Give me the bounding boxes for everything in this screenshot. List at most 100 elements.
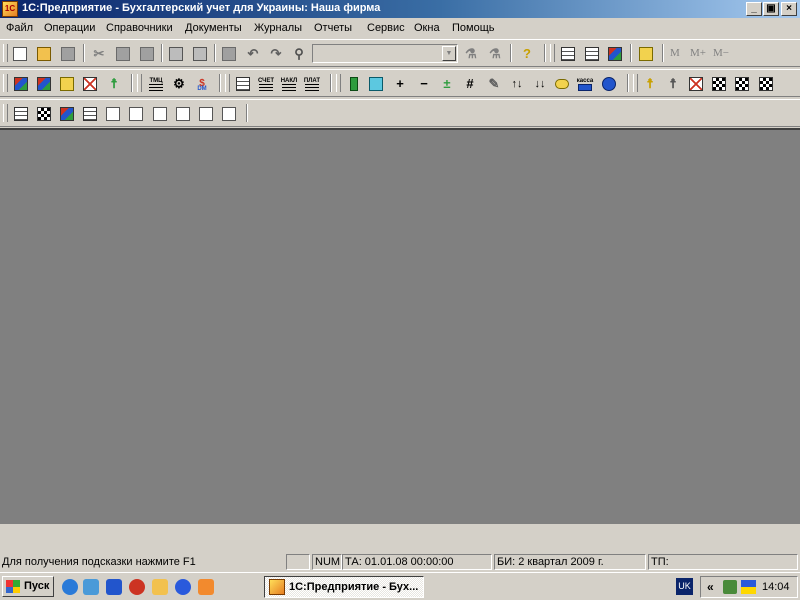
copy-doc-button[interactable] <box>367 75 385 93</box>
toolbar-grip[interactable] <box>137 74 142 92</box>
toolbar-grip[interactable] <box>3 74 8 92</box>
media-player-icon[interactable] <box>175 579 191 595</box>
report-tt-button[interactable] <box>151 105 169 123</box>
search-next-button[interactable]: ⚗ <box>462 45 480 63</box>
toolbar-grip[interactable] <box>336 74 341 92</box>
copy-button[interactable] <box>114 45 132 63</box>
toolbar-grip[interactable] <box>550 44 555 62</box>
book-button[interactable] <box>345 75 363 93</box>
tmc-button[interactable]: ТМЦ <box>147 75 165 93</box>
clock[interactable]: 14:04 <box>762 581 790 593</box>
filter-button[interactable] <box>710 75 728 93</box>
pen-button[interactable]: ✎ <box>485 75 503 93</box>
start-button[interactable]: Пуск <box>2 576 54 597</box>
report-summary-button[interactable] <box>104 105 122 123</box>
cash-button[interactable]: касса <box>576 75 594 93</box>
1c-app-icon[interactable]: 1С <box>2 1 18 17</box>
toolbar-grip[interactable] <box>3 44 8 62</box>
toolbar-grip[interactable] <box>3 104 8 122</box>
balance-button[interactable]: ± <box>438 75 456 93</box>
menu-documents[interactable]: Документы <box>185 22 242 34</box>
report-flow-button[interactable] <box>197 105 215 123</box>
employee-button[interactable]: ☨ <box>641 75 659 93</box>
invoice-button[interactable]: СЧЕТ <box>257 75 275 93</box>
transfer-button[interactable] <box>757 75 775 93</box>
search-combo[interactable]: ▼ <box>312 44 458 63</box>
language-indicator[interactable]: UK <box>676 578 693 595</box>
find-button[interactable]: ⚲ <box>290 45 308 63</box>
floppy-disk-icon[interactable] <box>106 579 122 595</box>
dm-button[interactable]: $ DM <box>193 75 211 93</box>
pencil-icon[interactable] <box>152 579 168 595</box>
reject-button[interactable] <box>687 75 705 93</box>
opera-icon[interactable] <box>129 579 145 595</box>
print-button[interactable] <box>167 45 185 63</box>
menu-operations[interactable]: Операции <box>44 22 95 34</box>
currency-button[interactable]: ⚙ <box>170 75 188 93</box>
calendar-button[interactable] <box>583 45 601 63</box>
print-preview-button[interactable] <box>191 45 209 63</box>
tray-expand-button[interactable]: « <box>707 580 714 594</box>
report-t-button[interactable] <box>127 105 145 123</box>
grid-button[interactable]: # <box>461 75 479 93</box>
report-chart-button[interactable] <box>220 105 238 123</box>
up-arrow-button[interactable]: ↑↓ <box>508 75 526 93</box>
coins-button[interactable] <box>553 75 571 93</box>
manual-button[interactable] <box>637 45 655 63</box>
menu-windows[interactable]: Окна <box>414 22 440 34</box>
memory-button[interactable]: M <box>670 47 680 59</box>
paste-button[interactable] <box>138 45 156 63</box>
bank-button[interactable] <box>600 75 618 93</box>
down-arrow-button[interactable]: ↓↓ <box>531 75 549 93</box>
calculator-button[interactable] <box>559 45 577 63</box>
operations-button[interactable] <box>58 75 76 93</box>
waybill-button[interactable]: НАКЛ <box>280 75 298 93</box>
search-prev-button[interactable]: ⚗ <box>486 45 504 63</box>
menu-reports[interactable]: Отчеты <box>314 22 352 34</box>
taskbar-task-1c[interactable]: 1С:Предприятие - Бух... <box>264 576 424 598</box>
report-chess-button[interactable] <box>35 105 53 123</box>
maximize-button[interactable]: ▣ <box>763 2 779 16</box>
mdi-workspace[interactable] <box>0 128 800 524</box>
staff-button[interactable]: ☨ <box>664 75 682 93</box>
minimize-button[interactable]: _ <box>746 2 762 16</box>
undo-button[interactable]: ↶ <box>244 45 262 63</box>
app-shortcut-icon[interactable] <box>198 579 214 595</box>
redo-button[interactable]: ↷ <box>267 45 285 63</box>
help-button[interactable]: ? <box>518 45 536 63</box>
add-button[interactable]: + <box>391 75 409 93</box>
delete-marked-button[interactable] <box>81 75 99 93</box>
check-button[interactable] <box>733 75 751 93</box>
chart-of-accounts-button[interactable] <box>12 75 30 93</box>
person-button[interactable]: ☨ <box>105 75 123 93</box>
report-analysis-button[interactable] <box>58 105 76 123</box>
toolbar-grip[interactable] <box>225 74 230 92</box>
report-cards-button[interactable] <box>81 105 99 123</box>
new-button[interactable] <box>11 45 29 63</box>
memory-minus-button[interactable]: M− <box>713 47 729 59</box>
menu-file[interactable]: Файл <box>6 22 33 34</box>
ukraine-flag-icon[interactable] <box>741 580 756 594</box>
subtract-button[interactable]: − <box>415 75 433 93</box>
open-button[interactable] <box>35 45 53 63</box>
form-button[interactable] <box>220 45 238 63</box>
entries-button[interactable] <box>35 75 53 93</box>
browser-icon[interactable] <box>83 579 99 595</box>
report-balance-button[interactable] <box>12 105 30 123</box>
menu-help[interactable]: Помощь <box>452 22 495 34</box>
report-turnover-button[interactable] <box>174 105 192 123</box>
chevron-down-icon[interactable]: ▼ <box>442 46 456 61</box>
notes-button[interactable] <box>606 45 624 63</box>
toolbar-grip[interactable] <box>633 74 638 92</box>
menu-directories[interactable]: Справочники <box>106 22 173 34</box>
memory-plus-button[interactable]: M+ <box>690 47 706 59</box>
internet-explorer-icon[interactable] <box>62 579 78 595</box>
close-button[interactable]: × <box>781 2 797 16</box>
title-bar[interactable]: 1С 1С:Предприятие - Бухгалтерский учет д… <box>0 0 800 18</box>
journal-button[interactable] <box>234 75 252 93</box>
menu-service[interactable]: Сервис <box>367 22 405 34</box>
cut-button[interactable]: ✂ <box>90 45 108 63</box>
tray-app-icon[interactable] <box>723 580 737 594</box>
save-button[interactable] <box>59 45 77 63</box>
menu-journals[interactable]: Журналы <box>254 22 302 34</box>
